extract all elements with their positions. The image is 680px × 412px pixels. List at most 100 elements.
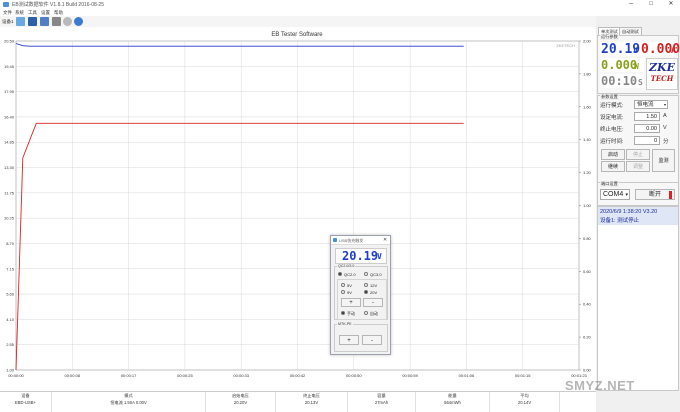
logo-top-text: ZKE (649, 61, 675, 74)
right-tick-label: 2.00 (583, 39, 592, 44)
run-time-label: 运行时间: (600, 139, 624, 145)
mtk-plus-button[interactable]: + (339, 335, 359, 345)
voltage-current-display: 20.19 V 0.000 A (600, 42, 680, 57)
run-params-group: 运行参数 20.19 V 0.000 A 0.000 W 00:10 S ZKE… (597, 34, 680, 94)
time-display: 00:10 (601, 74, 638, 88)
v20-label: 20V (370, 290, 378, 295)
auto-label: 自动 (370, 311, 378, 316)
info-icon[interactable] (74, 17, 83, 26)
v12-label: 12V (370, 283, 378, 288)
adjust-button[interactable]: 调整 (626, 161, 650, 172)
dialog-titlebar: USB快充触发 ✕ (331, 236, 390, 245)
right-tick-label: 0.20 (583, 335, 592, 340)
logo-bottom-text: TECH (650, 74, 674, 83)
chart-area: 20.50 19.45 17.95 16.40 14.85 13.30 11.75 10.25… (0, 27, 596, 391)
mtk-group: MTK-PE + - (334, 322, 388, 352)
right-tick-label: 1.40 (583, 137, 592, 142)
print-icon[interactable] (40, 17, 49, 26)
status-value: 恒电流 1.50A 0.00V (110, 400, 147, 405)
open-icon[interactable] (16, 17, 25, 26)
left-tick-label: 2.55 (6, 342, 15, 347)
status-cell-capacity: 容量 27mAh (348, 392, 416, 412)
power-display: 0.000 (601, 58, 638, 72)
device-label: 设备1 (2, 19, 14, 24)
qc20-radio[interactable] (338, 272, 342, 276)
chevron-down-icon: ▾ (663, 102, 666, 107)
start-button[interactable]: 启动 (601, 149, 625, 160)
left-tick-label: 11.75 (4, 190, 14, 195)
mtk-minus-button[interactable]: - (362, 335, 382, 345)
right-tick-label: 1.80 (583, 71, 592, 76)
set-current-unit: A (663, 113, 667, 119)
run-time-field[interactable]: 0 (634, 136, 660, 145)
x-tick-label: 00:01:15 (515, 373, 531, 378)
status-cell-device: 设备 EBD-USB+ (0, 392, 52, 412)
status-header: 平均 (520, 393, 529, 398)
port-select[interactable]: COM4 ▾ (600, 189, 630, 200)
v12-radio[interactable] (364, 283, 368, 287)
qc-minus-button[interactable]: - (363, 298, 383, 307)
manual-label: 手动 (347, 311, 355, 316)
right-tick-label: 1.20 (583, 170, 592, 175)
set-current-label: 设定电流: (600, 115, 624, 121)
mtk-group-label: MTK-PE (337, 322, 353, 326)
v5-radio[interactable] (341, 283, 345, 287)
power-display-box: 0.000 W (600, 58, 644, 72)
zoom-icon[interactable] (63, 17, 72, 26)
manual-radio[interactable] (341, 311, 345, 315)
close-icon[interactable]: ✕ (383, 237, 387, 243)
left-tick-label: 8.70 (6, 241, 15, 246)
status-cell-mode: 模式 恒电流 1.50A 0.00V (52, 392, 206, 412)
auto-radio[interactable] (364, 311, 368, 315)
disconnect-button[interactable]: 断开 (635, 189, 675, 200)
current-unit: A (671, 46, 676, 55)
disconnect-label: 断开 (648, 192, 661, 198)
status-cell-average: 平均 20.14V (490, 392, 560, 412)
tab-auto-test[interactable]: 自动测试 (619, 27, 642, 35)
window-title: EB测试数据软件 V1.8.1 Build 2016-08-25 (12, 2, 104, 8)
continue-button[interactable]: 继续 (601, 161, 625, 172)
status-header: 模式 (124, 393, 133, 398)
dialog-voltage-display: 20.19 (342, 249, 379, 263)
zke-logo: ZKE TECH (646, 58, 678, 90)
maximize-button[interactable]: □ (644, 0, 658, 9)
v20-radio[interactable] (364, 290, 368, 294)
x-tick-label: 00:00:08 (65, 373, 81, 378)
x-tick-label: 00:01:06 (459, 373, 475, 378)
left-tick-label: 7.15 (6, 266, 15, 271)
tools-icon[interactable] (52, 17, 61, 26)
time-unit: S (638, 78, 643, 87)
qc-group: QC2.0/3.0 QC2.0 QC3.0 5V 12V 9V 20V + - … (334, 264, 388, 320)
port-label: 端口设置 (600, 181, 619, 187)
mode-select[interactable]: 恒电流 ▾ (634, 100, 668, 109)
right-tick-label: 0.80 (583, 236, 592, 241)
x-tick-label: 00:00:59 (402, 373, 418, 378)
v9-radio[interactable] (341, 290, 345, 294)
qc-voltage-group: 5V 12V 9V 20V + - 手动 自动 (337, 279, 387, 320)
status-table: 设备 EBD-USB+ 模式 恒电流 1.50A 0.00V 启始电压 20.2… (0, 391, 596, 412)
save-icon[interactable] (28, 17, 37, 26)
chevron-down-icon: ▾ (625, 192, 628, 198)
stop-button[interactable]: 停止 (626, 149, 650, 160)
voltage-unit: V (633, 46, 638, 55)
dialog-voltage-box: 20.19 V (335, 248, 387, 264)
qc30-radio[interactable] (364, 272, 368, 276)
qc-plus-button[interactable]: + (341, 298, 361, 307)
status-value: 20.14V (517, 400, 532, 405)
left-tick-label: 16.40 (4, 114, 15, 119)
monitor-button[interactable]: 监测 (652, 149, 675, 172)
set-current-field[interactable]: 1.50 (634, 112, 660, 121)
close-button[interactable]: ✕ (664, 0, 678, 9)
watermark: SMYZ.NET (565, 378, 635, 393)
minimize-button[interactable]: ─ (624, 0, 638, 9)
status-cell-start-voltage: 启始电压 20.20V (206, 392, 276, 412)
stop-voltage-field[interactable]: 0.00 (634, 124, 660, 133)
fast-charge-dialog: USB快充触发 ✕ 20.19 V QC2.0/3.0 QC2.0 QC3.0 … (330, 235, 391, 355)
status-header: 设备 (21, 393, 30, 398)
status-value: 564mWh (444, 400, 461, 405)
x-tick-label: 00:00:33 (233, 373, 249, 378)
status-header: 启始电压 (232, 393, 249, 398)
status-cell-stop-voltage: 终止电压 20.13V (276, 392, 348, 412)
mode-value: 恒电流 (637, 102, 654, 108)
right-tick-label: 0.40 (583, 302, 592, 307)
